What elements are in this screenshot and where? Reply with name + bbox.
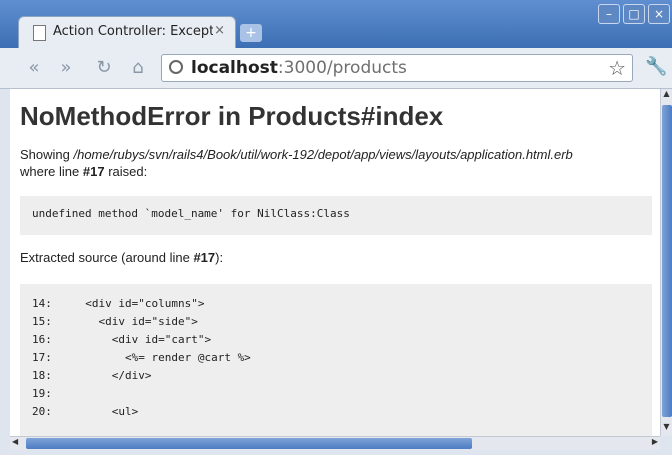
- extracted-prefix: Extracted source (around line: [20, 250, 194, 265]
- url-path: :3000/products: [277, 58, 407, 78]
- url-host: localhost: [191, 58, 278, 78]
- page-icon: [33, 25, 46, 41]
- extracted-label: Extracted source (around line #17):: [20, 250, 223, 265]
- forward-icon[interactable]: »: [54, 56, 78, 80]
- scroll-up-icon[interactable]: ▲: [661, 89, 672, 103]
- minimize-button[interactable]: –: [598, 4, 620, 24]
- where-suffix: raised:: [104, 164, 148, 179]
- tab-active[interactable]: Action Controller: Excepti ×: [18, 16, 236, 48]
- source-line: 17: <%= render @cart %>: [32, 349, 640, 367]
- bookmark-star-icon[interactable]: ☆: [608, 56, 626, 80]
- source-line: 14: <div id="columns">: [32, 295, 640, 313]
- page-title: NoMethodError in Products#index: [20, 101, 444, 131]
- where-prefix: where line: [20, 164, 83, 179]
- line-ref: #17: [82, 164, 105, 179]
- address-url: localhost:3000/products: [191, 58, 407, 78]
- vertical-scroll-thumb[interactable]: [662, 105, 672, 417]
- line-number: 15:: [32, 315, 52, 328]
- source-line: 16: <div id="cart">: [32, 331, 640, 349]
- new-tab-button[interactable]: +: [240, 24, 262, 42]
- extracted-line-ref: #17: [193, 250, 216, 265]
- line-number: 20:: [32, 405, 52, 418]
- horizontal-scrollbar[interactable]: ◀ ▶: [10, 436, 660, 450]
- source-line: 20: <ul>: [32, 403, 640, 421]
- title-bar: Action Controller: Excepti × + – □ ×: [0, 0, 672, 48]
- scroll-left-icon[interactable]: ◀: [12, 437, 18, 446]
- extracted-suffix: ):: [215, 250, 224, 265]
- showing-prefix: Showing: [20, 147, 74, 162]
- vertical-scrollbar[interactable]: ▲ ▼: [660, 89, 672, 436]
- source-line: 15: <div id="side">: [32, 313, 640, 331]
- line-code: </div>: [72, 369, 152, 382]
- maximize-button[interactable]: □: [623, 4, 645, 24]
- showing-paragraph: Showing /home/rubys/svn/rails4/Book/util…: [20, 146, 652, 180]
- browser-window: Action Controller: Excepti × + – □ × « »…: [0, 0, 672, 455]
- error-message: undefined method `model_name' for NilCla…: [20, 196, 652, 235]
- line-code: <%= render @cart %>: [72, 351, 251, 364]
- line-code: <div id="columns">: [72, 297, 205, 310]
- horizontal-scroll-thumb[interactable]: [26, 438, 472, 449]
- scroll-right-icon[interactable]: ▶: [652, 437, 658, 446]
- source-line: 18: </div>: [32, 367, 640, 385]
- line-code: <ul>: [72, 405, 139, 418]
- close-window-button[interactable]: ×: [648, 4, 670, 24]
- toolbar: « » ↻ ⌂ localhost:3000/products ☆ 🔧: [0, 48, 672, 89]
- tab-title: Action Controller: Excepti: [53, 24, 213, 39]
- line-number: 19:: [32, 387, 52, 400]
- line-number: 18:: [32, 369, 52, 382]
- tab-close-icon[interactable]: ×: [214, 23, 225, 38]
- line-number: 16:: [32, 333, 52, 346]
- scroll-down-icon[interactable]: ▼: [661, 422, 672, 436]
- source-line: 19:: [32, 385, 640, 403]
- back-icon[interactable]: «: [22, 56, 46, 80]
- line-number: 17:: [32, 351, 52, 364]
- globe-icon: [169, 60, 183, 74]
- address-bar[interactable]: localhost:3000/products ☆: [161, 54, 633, 82]
- line-number: 14:: [32, 297, 52, 310]
- reload-icon[interactable]: ↻: [92, 56, 116, 80]
- template-path: /home/rubys/svn/rails4/Book/util/work-19…: [73, 147, 573, 162]
- home-icon[interactable]: ⌂: [126, 56, 150, 80]
- line-code: <div id="cart">: [72, 333, 212, 346]
- line-code: <div id="side">: [72, 315, 198, 328]
- wrench-icon[interactable]: 🔧: [645, 56, 667, 77]
- page-viewport: NoMethodError in Products#index Showing …: [10, 89, 660, 436]
- source-extract: 14: <div id="columns"> 15: <div id="side…: [20, 284, 652, 436]
